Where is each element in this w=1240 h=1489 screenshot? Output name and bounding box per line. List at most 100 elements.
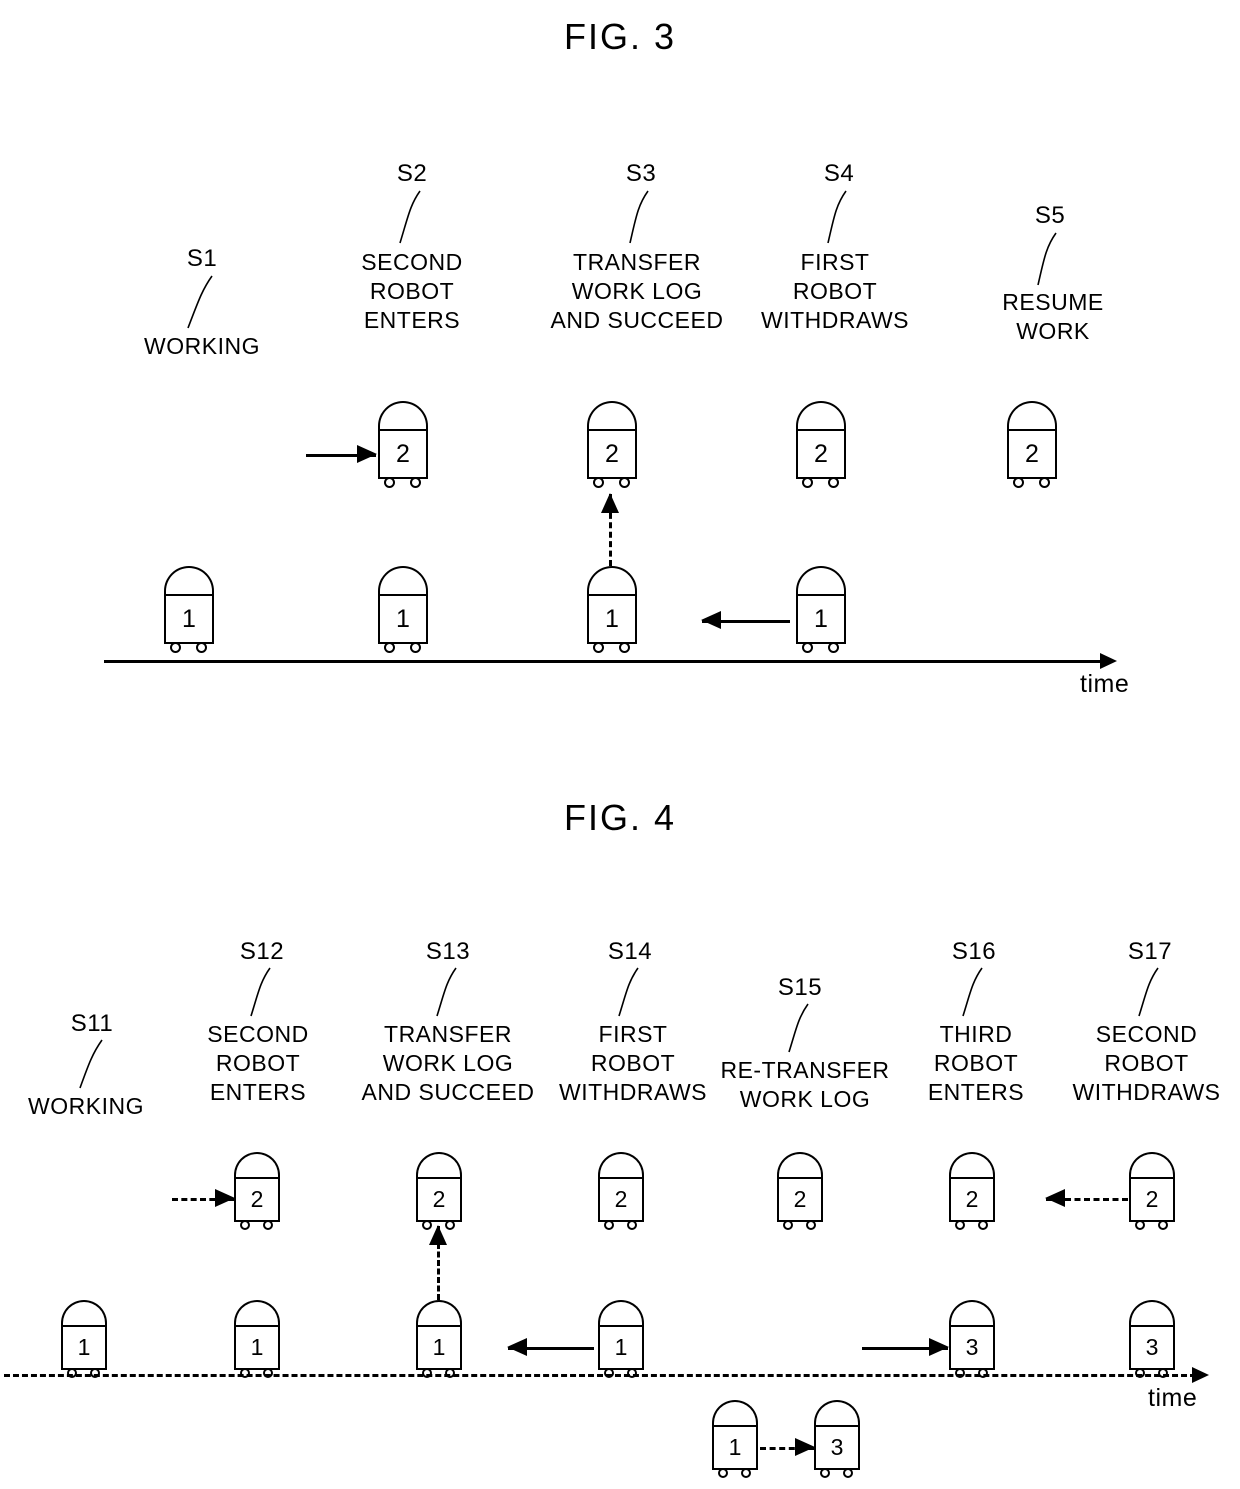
leader-line-s15 bbox=[788, 1003, 809, 1053]
robot-wheel-left bbox=[170, 642, 181, 653]
figure-4: FIG. 4 S11 S12 S13 S14 S15 S16 S17 WORKI… bbox=[0, 797, 1240, 1489]
leader-line-s13 bbox=[436, 967, 457, 1017]
robot-upper-s14: 2 bbox=[595, 1152, 647, 1230]
time-axis-line bbox=[104, 660, 1104, 663]
robot-dome bbox=[234, 1300, 280, 1327]
step-number-s17: S17 bbox=[1127, 938, 1173, 965]
robot-body-label: 3 bbox=[1129, 1325, 1175, 1370]
arrow-head bbox=[215, 1189, 235, 1207]
robot-wheel-left bbox=[802, 477, 813, 488]
step-number-s12: S12 bbox=[239, 938, 285, 965]
third-robot-enters-arrow bbox=[862, 1337, 949, 1357]
robot-body-label: 2 bbox=[796, 429, 846, 479]
leader-line-s17 bbox=[1138, 967, 1159, 1017]
robot-dome bbox=[598, 1152, 644, 1179]
leader-line-s1 bbox=[187, 275, 213, 329]
robot-dome bbox=[61, 1300, 107, 1327]
robot-dome bbox=[416, 1152, 462, 1179]
step-label-s2: SECOND ROBOT ENTERS bbox=[361, 249, 463, 333]
robot-body-label: 1 bbox=[796, 594, 846, 644]
step-number-s1: S1 bbox=[186, 245, 218, 272]
leader-line-s12 bbox=[250, 967, 271, 1017]
first-robot-withdraws-arrow bbox=[507, 1337, 594, 1357]
robot-dome bbox=[378, 401, 428, 431]
robot-wheel-left bbox=[593, 477, 604, 488]
robot-body-label: 2 bbox=[1129, 1177, 1175, 1222]
robot-dome bbox=[949, 1152, 995, 1179]
robot-dome bbox=[814, 1400, 860, 1427]
robot-body-label: 1 bbox=[164, 594, 214, 644]
robot-body-label: 3 bbox=[814, 1425, 860, 1470]
step-label-s15: RE-TRANSFER WORK LOG bbox=[720, 1057, 890, 1112]
robot-dome bbox=[416, 1300, 462, 1327]
robot-upper-s4: 2 bbox=[792, 401, 850, 488]
robot-body-label: 2 bbox=[598, 1177, 644, 1222]
robot-dome bbox=[378, 566, 428, 596]
leader-line-s11 bbox=[79, 1039, 103, 1089]
robot-upper-s16: 2 bbox=[946, 1152, 998, 1230]
robot-dome bbox=[796, 566, 846, 596]
first-robot-withdraws-arrow bbox=[701, 610, 790, 630]
robot-body-label: 1 bbox=[598, 1325, 644, 1370]
arrow-head bbox=[929, 1338, 949, 1356]
robot-dome bbox=[1007, 401, 1057, 431]
step-label-s11: WORKING bbox=[28, 1093, 144, 1119]
robot-wheel-right bbox=[978, 1220, 988, 1230]
robot-body-label: 2 bbox=[234, 1177, 280, 1222]
robot-dome bbox=[712, 1400, 758, 1427]
robot-wheel-left bbox=[802, 642, 813, 653]
time-axis-label: time bbox=[1080, 670, 1130, 698]
robot-sub-target: 3 bbox=[811, 1400, 863, 1478]
robot-wheel-left bbox=[384, 642, 395, 653]
second-robot-enters-arrow bbox=[172, 1188, 235, 1208]
transfer-work-log-arrow bbox=[427, 1225, 449, 1300]
robot-lower-s16: 3 bbox=[946, 1300, 998, 1378]
leader-line-s14 bbox=[618, 967, 639, 1017]
robot-wheel-right bbox=[843, 1468, 853, 1478]
robot-body-label: 3 bbox=[949, 1325, 995, 1370]
step-number-s3: S3 bbox=[625, 160, 657, 187]
robot-dome bbox=[598, 1300, 644, 1327]
second-robot-enters-arrow bbox=[306, 444, 377, 464]
robot-body-label: 1 bbox=[234, 1325, 280, 1370]
leader-line-s3 bbox=[629, 190, 649, 244]
arrow-head bbox=[507, 1338, 527, 1356]
robot-sub-source: 1 bbox=[709, 1400, 761, 1478]
robot-wheel-right bbox=[627, 1220, 637, 1230]
step-number-s4: S4 bbox=[823, 160, 855, 187]
leader-line-s5 bbox=[1037, 232, 1057, 286]
robot-wheel-right bbox=[806, 1220, 816, 1230]
figure-4-title: FIG. 4 bbox=[563, 797, 677, 838]
step-label-s3: TRANSFER WORK LOG AND SUCCEED bbox=[550, 249, 724, 333]
robot-upper-s12: 2 bbox=[231, 1152, 283, 1230]
robot-wheel-left bbox=[240, 1220, 250, 1230]
robot-wheel-right bbox=[410, 477, 421, 488]
step-label-s17: SECOND ROBOT WITHDRAWS bbox=[1072, 1021, 1221, 1105]
robot-lower-s4: 1 bbox=[792, 566, 850, 653]
robot-lower-s17: 3 bbox=[1126, 1300, 1178, 1378]
robot-lower-s11: 1 bbox=[58, 1300, 110, 1378]
robot-upper-s3: 2 bbox=[583, 401, 641, 488]
robot-body-label: 1 bbox=[61, 1325, 107, 1370]
step-number-s16: S16 bbox=[951, 938, 997, 965]
robot-lower-s1: 1 bbox=[160, 566, 218, 653]
robot-lower-s13: 1 bbox=[413, 1300, 465, 1378]
step-number-s13: S13 bbox=[425, 938, 471, 965]
robot-body-label: 1 bbox=[378, 594, 428, 644]
robot-dome bbox=[164, 566, 214, 596]
robot-upper-s5: 2 bbox=[1003, 401, 1061, 488]
robot-dome bbox=[587, 401, 637, 431]
step-label-s1: WORKING bbox=[144, 333, 260, 359]
arrow-head bbox=[1045, 1189, 1065, 1207]
robot-lower-s2: 1 bbox=[374, 566, 432, 653]
step-number-s5: S5 bbox=[1034, 202, 1066, 229]
robot-dome bbox=[777, 1152, 823, 1179]
robot-wheel-right bbox=[828, 642, 839, 653]
robot-dome bbox=[1129, 1152, 1175, 1179]
step-label-s4: FIRST ROBOT WITHDRAWS bbox=[760, 249, 909, 333]
robot-wheel-left bbox=[593, 642, 604, 653]
robot-body-label: 1 bbox=[587, 594, 637, 644]
leader-line-s4 bbox=[827, 190, 847, 244]
robot-body-label: 1 bbox=[712, 1425, 758, 1470]
re-transfer-work-log-arrow bbox=[760, 1438, 815, 1456]
